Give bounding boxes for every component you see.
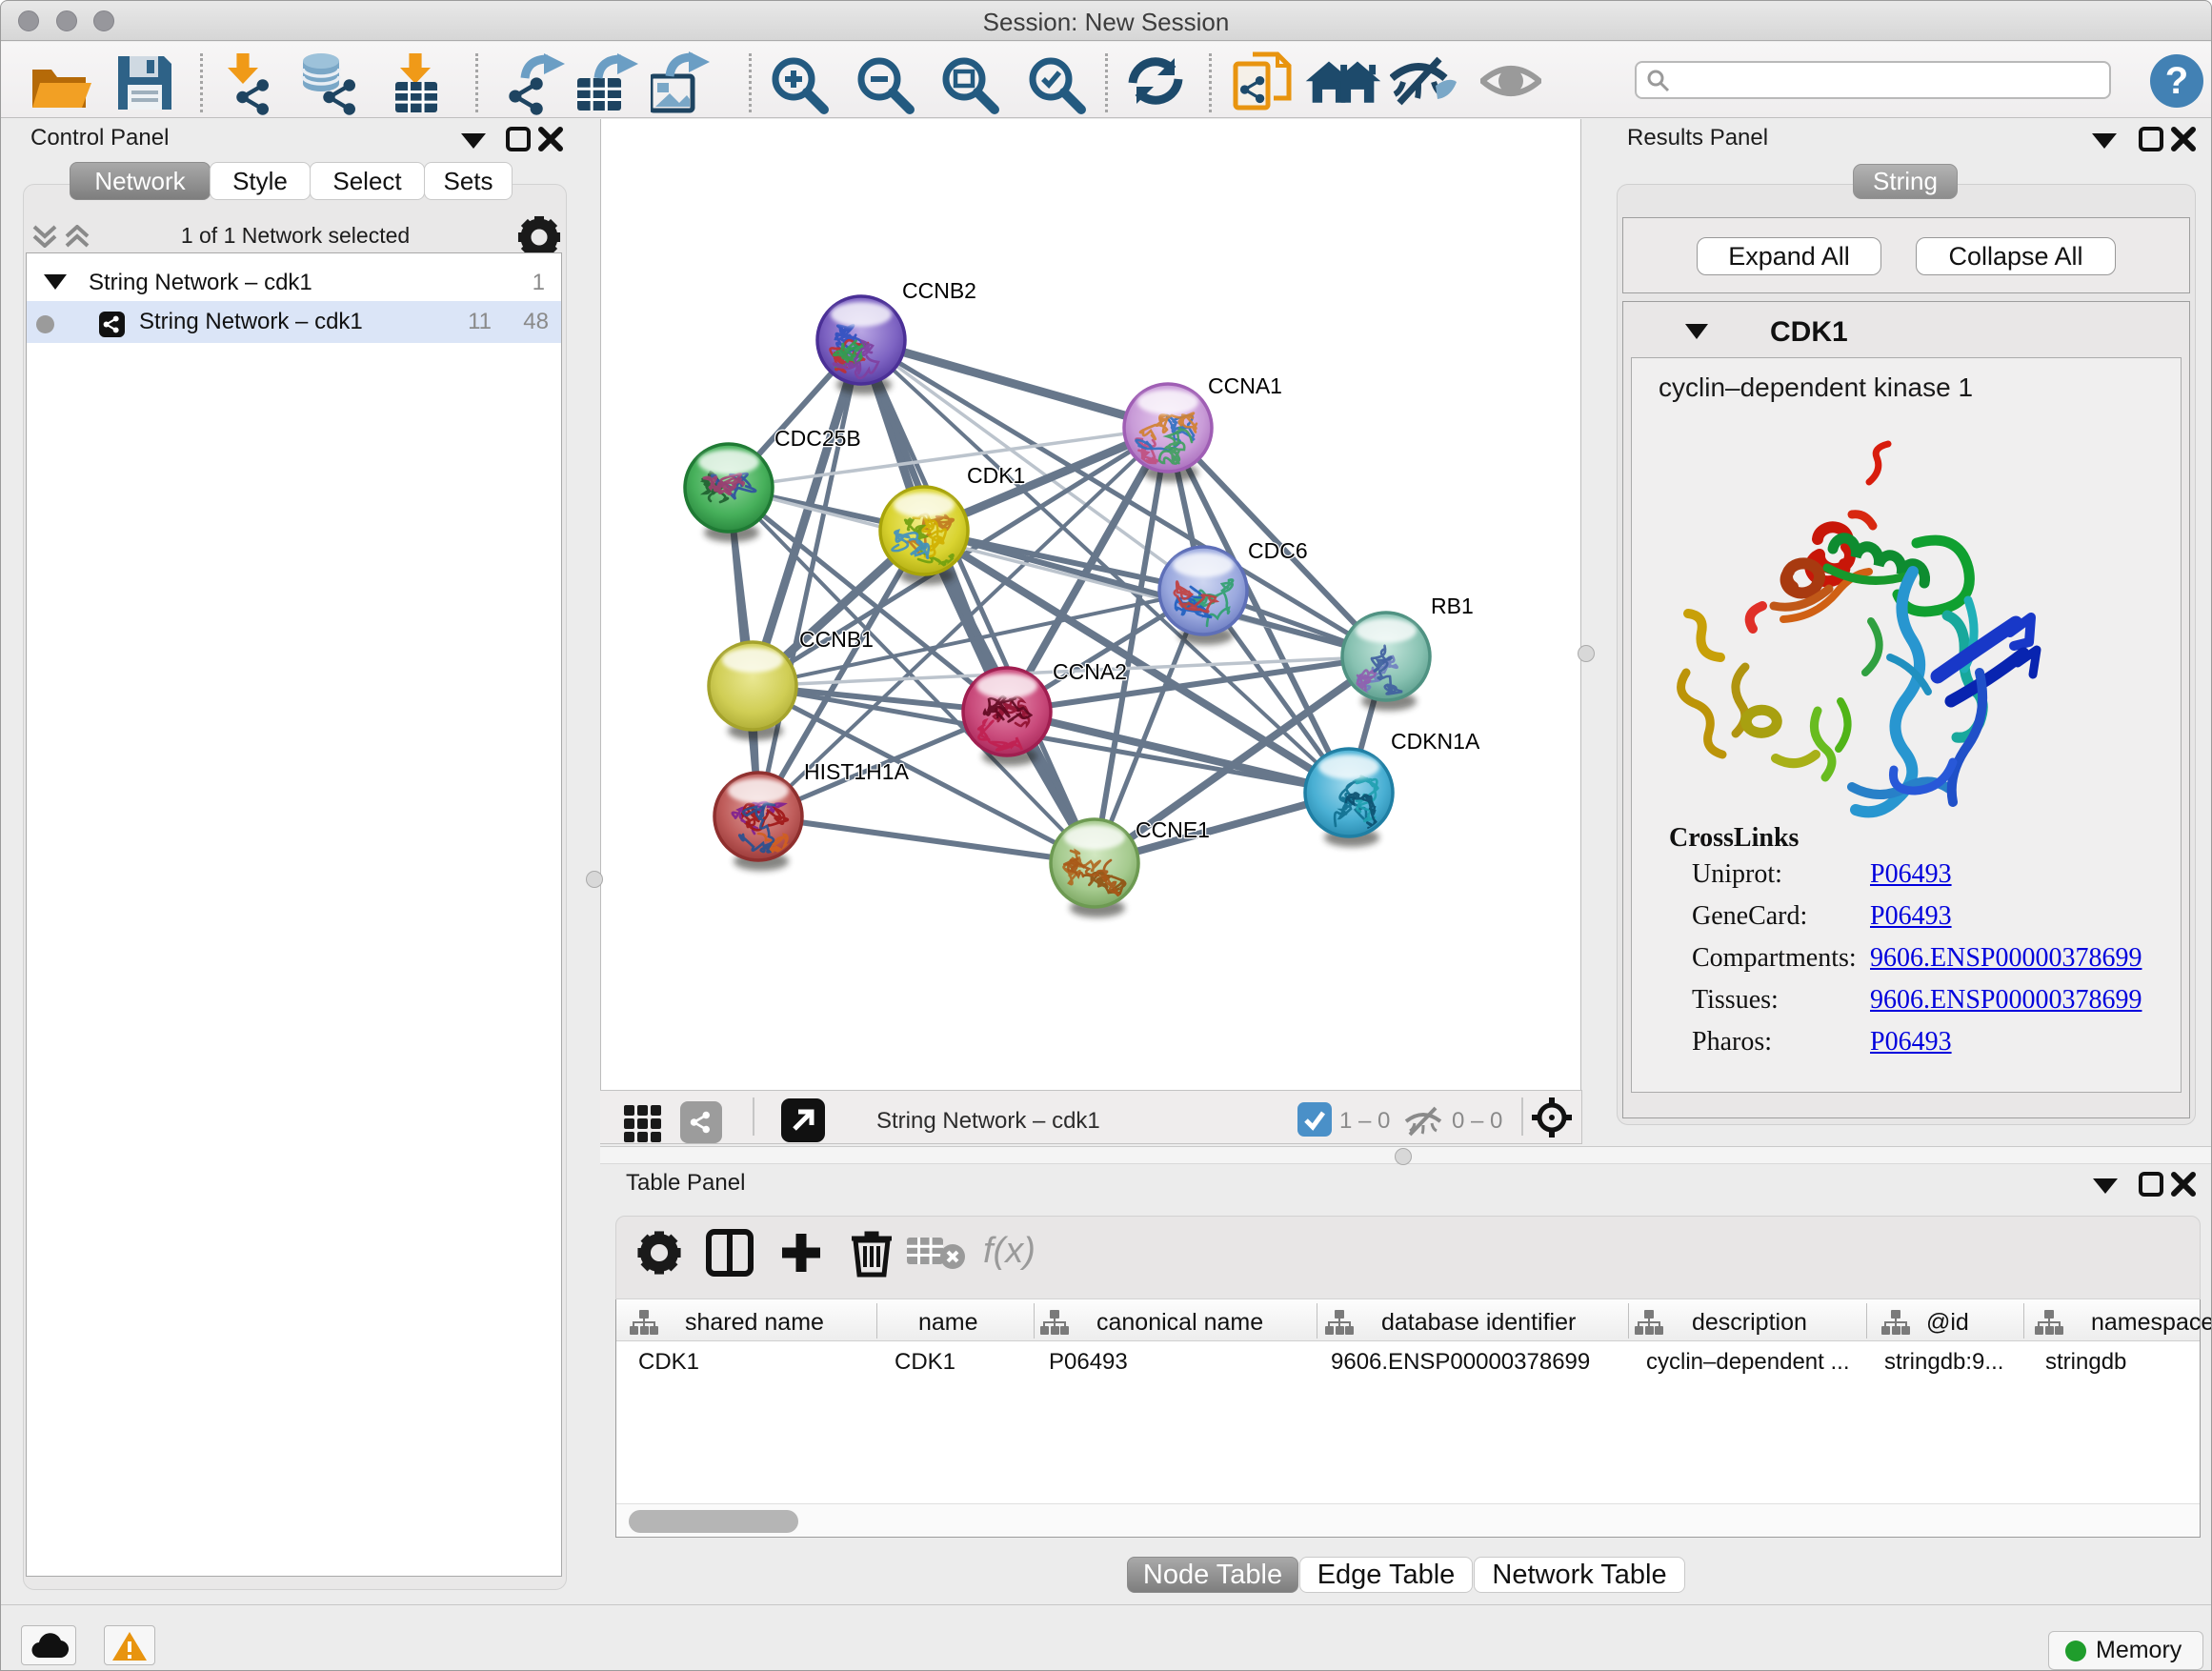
svg-text:CDKN1A: CDKN1A [1391,729,1480,754]
svg-text:CDK1: CDK1 [967,463,1025,488]
svg-text:?: ? [2165,60,2188,102]
svg-text:CDC6: CDC6 [1248,538,1308,563]
svg-text:CCNA1: CCNA1 [1208,373,1282,398]
svg-text:CCNE1: CCNE1 [1136,817,1210,842]
svg-text:CCNB2: CCNB2 [902,278,976,303]
svg-text:CCNA2: CCNA2 [1053,659,1127,684]
svg-text:CDC25B: CDC25B [774,426,861,451]
svg-text:CCNB1: CCNB1 [799,627,874,652]
svg-text:RB1: RB1 [1431,594,1474,618]
svg-text:HIST1H1A: HIST1H1A [804,759,910,784]
